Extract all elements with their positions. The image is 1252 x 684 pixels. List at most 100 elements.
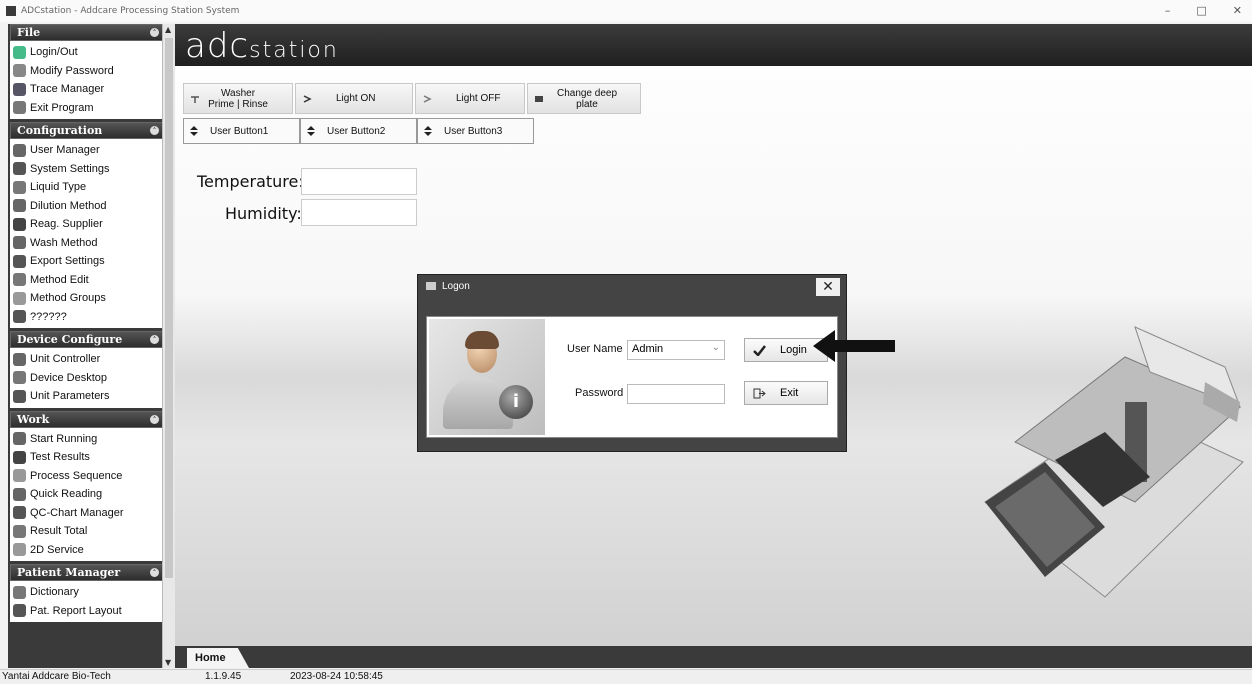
- liquid-icon: [13, 180, 26, 194]
- tab-home[interactable]: Home: [187, 648, 249, 668]
- device-toolbar: Washer Prime | Rinse Light ON Light OFF …: [183, 83, 643, 114]
- sidebar-item[interactable]: Device Desktop: [13, 369, 163, 388]
- collapse-icon[interactable]: ˄: [150, 126, 159, 135]
- sidebar-item[interactable]: 2D Service: [13, 541, 163, 560]
- plate-icon: [535, 95, 543, 102]
- analyzer-device-image: [984, 326, 1244, 598]
- sidebar-item[interactable]: Quick Reading: [13, 485, 163, 504]
- user-toolbar: User Button1 User Button2 User Button3: [183, 118, 534, 144]
- sidebar-item[interactable]: Process Sequence: [13, 467, 163, 486]
- close-window-button[interactable]: ✕: [1233, 4, 1242, 17]
- scroll-down-icon[interactable]: ▼: [165, 658, 171, 667]
- sidebar-item[interactable]: Trace Manager: [13, 80, 163, 99]
- app-logo: adcstation: [185, 26, 339, 66]
- washer-icon: [191, 95, 199, 103]
- exit-door-icon: [753, 388, 766, 398]
- washer-prime-rinse-button[interactable]: Washer Prime | Rinse: [183, 83, 293, 114]
- sidebar-item[interactable]: QC-Chart Manager: [13, 504, 163, 523]
- minimize-button[interactable]: –: [1165, 4, 1171, 17]
- temperature-label: Temperature:: [197, 172, 304, 191]
- sidebar-item[interactable]: Export Settings: [13, 252, 163, 271]
- results-icon: [13, 450, 26, 464]
- info-icon: i: [499, 385, 533, 419]
- sidebar-item-label: 2D Service: [30, 543, 84, 556]
- password-input[interactable]: [627, 384, 725, 404]
- logon-title-bar: Logon: [418, 275, 846, 297]
- sidebar-item[interactable]: Unit Parameters: [13, 387, 163, 406]
- sidebar-item[interactable]: User Manager: [13, 141, 163, 160]
- user-avatar: i: [429, 319, 545, 435]
- sidebar-item[interactable]: Test Results: [13, 448, 163, 467]
- chevron-down-icon[interactable]: ⌄: [712, 342, 720, 353]
- sidebar-item[interactable]: Modify Password: [13, 62, 163, 81]
- sidebar-item[interactable]: Login/Out: [13, 43, 163, 62]
- sidebar-item[interactable]: Dilution Method: [13, 197, 163, 216]
- sidebar-item[interactable]: Pat. Report Layout: [13, 602, 163, 621]
- collapse-icon[interactable]: ˄: [150, 414, 159, 424]
- sidebar-item[interactable]: Reag. Supplier: [13, 215, 163, 234]
- status-bar: Yantai Addcare Bio-Tech 1.1.9.45 2023-08…: [0, 669, 1252, 684]
- annotation-arrow-icon: [813, 330, 895, 362]
- tab-bar: Home: [175, 646, 1252, 668]
- sidebar-item[interactable]: Dictionary: [13, 583, 163, 602]
- checkmark-icon: [753, 344, 766, 356]
- supplier-icon: [13, 217, 26, 231]
- sidebar-item-label: Device Desktop: [30, 371, 108, 384]
- user-button-icon: [190, 126, 198, 136]
- sidebar-item-label: Dictionary: [30, 586, 79, 599]
- user-button-1[interactable]: User Button1: [183, 118, 300, 144]
- sidebar-item[interactable]: Result Total: [13, 522, 163, 541]
- sidebar-item[interactable]: ??????: [13, 308, 163, 327]
- sidebar-item-label: Quick Reading: [30, 488, 103, 501]
- sidebar-item-label: Exit Program: [30, 101, 94, 114]
- sidebar-group-header[interactable]: Patient Manager ˄: [10, 564, 166, 581]
- light-on-button[interactable]: Light ON: [295, 83, 413, 114]
- sidebar-item[interactable]: Method Groups: [13, 289, 163, 308]
- sidebar-group-header[interactable]: Device Configure ˄: [10, 331, 166, 348]
- sidebar-group-header[interactable]: Configuration ˄: [10, 122, 166, 139]
- export-icon: [13, 254, 26, 268]
- sidebar-item-label: User Manager: [30, 144, 100, 157]
- sidebar-item[interactable]: Exit Program: [13, 99, 163, 118]
- light-off-button[interactable]: Light OFF: [415, 83, 525, 114]
- run-icon: [13, 432, 26, 446]
- sidebar-item-label: Modify Password: [30, 64, 114, 77]
- sidebar-scrollbar[interactable]: ▲ ▼: [162, 24, 175, 668]
- logon-dialog: Logon ✕ i User Name Admin ⌄ Password Log…: [417, 274, 847, 452]
- status-company: Yantai Addcare Bio-Tech: [2, 671, 111, 682]
- user-button-2[interactable]: User Button2: [300, 118, 417, 144]
- sidebar-item-label: Method Groups: [30, 292, 106, 305]
- sidebar-item[interactable]: Start Running: [13, 430, 163, 449]
- collapse-icon[interactable]: ˄: [150, 568, 159, 577]
- maximize-button[interactable]: □: [1196, 4, 1206, 17]
- sidebar-group-items: User Manager System Settings Liquid Type Di…: [10, 139, 166, 328]
- username-select[interactable]: Admin ⌄: [627, 340, 725, 360]
- sidebar-group-header[interactable]: File ˄: [10, 24, 166, 41]
- sidebar-item[interactable]: Liquid Type: [13, 178, 163, 197]
- sidebar-item[interactable]: Method Edit: [13, 271, 163, 290]
- sidebar-item[interactable]: Unit Controller: [13, 350, 163, 369]
- logon-close-button[interactable]: ✕: [816, 278, 840, 296]
- sidebar-item-label: ??????: [30, 310, 67, 323]
- parameters-icon: [13, 389, 26, 403]
- scrollbar-thumb[interactable]: [165, 38, 173, 578]
- change-deep-plate-button[interactable]: Change deep plate: [527, 83, 641, 114]
- sidebar: File ˄ Login/Out Modify Password Trace Manag…: [8, 24, 168, 668]
- trace-icon: [13, 82, 26, 96]
- scroll-up-icon[interactable]: ▲: [165, 25, 171, 34]
- light-on-icon: [303, 94, 312, 103]
- sidebar-group: Patient Manager ˄ Dictionary Pat. Report La…: [10, 564, 166, 622]
- sidebar-item[interactable]: System Settings: [13, 160, 163, 179]
- sidebar-group-items: Login/Out Modify Password Trace Manager Exi…: [10, 41, 166, 119]
- groups-icon: [13, 291, 26, 305]
- sidebar-group-header[interactable]: Work ˄: [10, 410, 166, 428]
- collapse-icon[interactable]: ˄: [150, 28, 159, 37]
- sidebar-group: File ˄ Login/Out Modify Password Trace Manag…: [10, 24, 166, 119]
- collapse-icon[interactable]: ˄: [150, 335, 159, 344]
- exit-button[interactable]: Exit: [744, 381, 828, 405]
- user-button-3[interactable]: User Button3: [417, 118, 534, 144]
- logon-window-icon: [426, 282, 436, 290]
- sidebar-item[interactable]: Wash Method: [13, 234, 163, 253]
- window-title: ADCstation - Addcare Processing Station …: [21, 6, 240, 16]
- exit-icon: [13, 101, 26, 115]
